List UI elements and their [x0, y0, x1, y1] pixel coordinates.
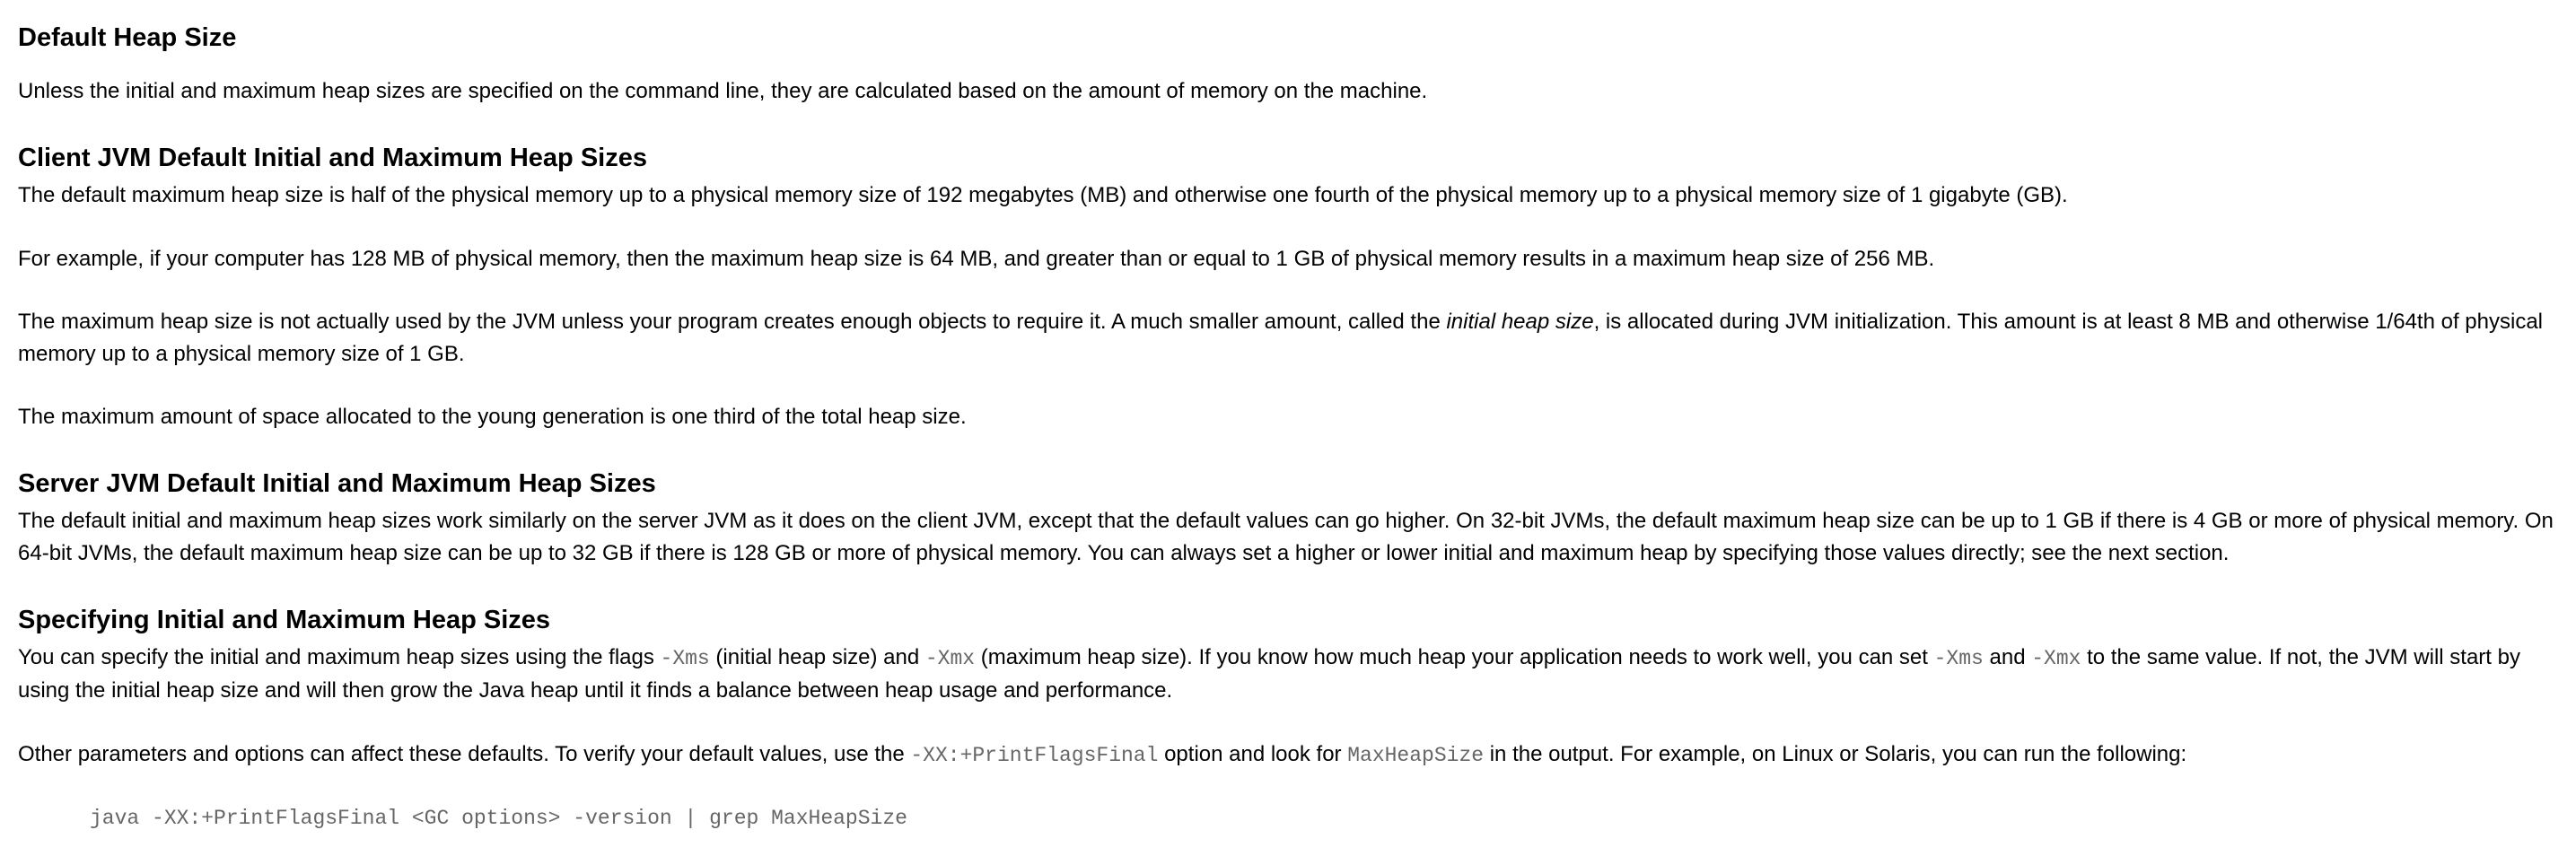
code-flag-xmx: -Xmx: [2031, 647, 2081, 670]
server-heading: Server JVM Default Initial and Maximum H…: [18, 469, 656, 498]
text-run: option and look for: [1158, 742, 1348, 766]
intro-paragraph: Unless the initial and maximum heap size…: [18, 79, 1428, 103]
text-run: in the output. For example, on Linux or …: [1484, 742, 2187, 766]
specifying-heading: Specifying Initial and Maximum Heap Size…: [18, 606, 551, 634]
command-example: java -XX:+PrintFlagsFinal <GC options> -…: [90, 807, 907, 830]
code-flag-xms: -Xms: [660, 647, 710, 670]
text-run: and: [1983, 645, 2032, 669]
specifying-paragraph-1: You can specify the initial and maximum …: [18, 642, 2558, 707]
server-paragraph-1: The default initial and maximum heap siz…: [18, 509, 2554, 565]
code-flag-xmx: -Xmx: [924, 647, 976, 670]
text-run: You can specify the initial and maximum …: [18, 645, 661, 669]
client-paragraph-1: The default maximum heap size is half of…: [18, 183, 2068, 207]
page-title: Default Heap Size: [18, 23, 237, 52]
text-run: The maximum heap size is not actually us…: [18, 310, 1447, 334]
client-paragraph-3: The maximum heap size is not actually us…: [18, 306, 2558, 371]
client-heading: Client JVM Default Initial and Maximum H…: [18, 144, 647, 172]
emphasis-initial-heap-size: initial heap size: [1446, 310, 1594, 334]
text-run: (maximum heap size). If you know how muc…: [975, 645, 1934, 669]
text-run: Other parameters and options can affect …: [18, 742, 911, 766]
code-maxheapsize: MaxHeapSize: [1347, 744, 1485, 767]
specifying-paragraph-2: Other parameters and options can affect …: [18, 738, 2558, 772]
code-flag-printflagsfinal: -XX:+PrintFlagsFinal: [910, 744, 1159, 767]
client-paragraph-4: The maximum amount of space allocated to…: [18, 405, 967, 429]
text-run: (initial heap size) and: [709, 645, 925, 669]
client-paragraph-2: For example, if your computer has 128 MB…: [18, 247, 1935, 271]
code-flag-xms: -Xms: [1933, 647, 1984, 670]
